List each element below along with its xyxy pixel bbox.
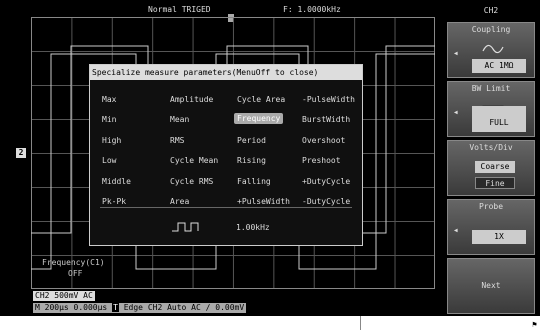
bw-limit-button[interactable]: BW Limit ◀ FULL [447,81,535,137]
param-burstwidth[interactable]: BurstWidth [302,115,350,124]
ac-sine-icon [482,44,504,54]
bw-limit-label: BW Limit [471,84,511,93]
param-preshoot[interactable]: Preshoot [302,156,341,165]
param-pos-pulsewidth[interactable]: +PulseWidth [237,197,290,206]
square-pulse-icon [172,222,199,232]
menu-title: CH2 [483,6,499,15]
probe-button[interactable]: Probe ◀ 1X [447,199,535,255]
next-button[interactable]: Next [447,258,535,314]
trigger-status: Normal TRIGED [148,5,211,14]
param-rising[interactable]: Rising [237,156,266,165]
trigger-badge-icon: T [112,303,119,312]
frequency-counter: F: 1.0000kHz [283,5,341,14]
oscilloscope-screen: Normal TRIGED F: 1.0000kHz 2 Specialize … [0,0,540,330]
dialog-title: Specialize measure parameters(MenuOff to… [90,65,362,80]
bottom-bar-divider [360,316,361,330]
volts-div-button[interactable]: Volts/Div Coarse Fine [447,140,535,196]
measurement-value: OFF [68,269,83,278]
timebase-value: M 200μs 0.000μs [35,303,108,312]
param-neg-pulsewidth[interactable]: -PulseWidth [302,95,355,104]
volts-div-fine[interactable]: Fine [475,177,515,189]
param-pk-pk[interactable]: Pk-Pk [102,197,126,206]
param-overshoot[interactable]: Overshoot [302,136,345,145]
measure-parameters-dialog: Specialize measure parameters(MenuOff to… [89,64,363,246]
coupling-button[interactable]: Coupling ◀ AC 1MΩ [447,22,535,78]
probe-label: Probe [478,202,504,211]
param-period[interactable]: Period [237,136,266,145]
param-falling[interactable]: Falling [237,177,271,186]
channel-scale-status: CH2 500mV AC [33,291,95,301]
arrow-left-icon: ◀ [454,50,458,57]
param-amplitude[interactable]: Amplitude [170,95,213,104]
usb-indicator-icon: ⚑ [532,320,537,329]
trigger-info: Edge CH2 Auto AC ∕ 0.00mV [123,303,245,312]
timebase-trigger-status: M 200μs 0.000μs T Edge CH2 Auto AC ∕ 0.0… [33,303,247,313]
coupling-label: Coupling [471,25,511,34]
arrow-left-icon: ◀ [454,227,458,234]
param-high[interactable]: High [102,136,121,145]
probe-value: 1X [472,230,526,244]
next-label: Next [481,281,501,290]
param-frequency[interactable]: Frequency [234,113,284,124]
param-cycle-rms[interactable]: Cycle RMS [170,177,213,186]
bw-limit-value: FULL [472,106,526,132]
volts-div-label: Volts/Div [469,143,513,152]
measurement-readout: Frequency(C1) OFF [42,257,105,279]
volts-div-coarse[interactable]: Coarse [475,161,515,173]
param-min[interactable]: Min [102,115,116,124]
param-cycle-area[interactable]: Cycle Area [237,95,285,104]
param-rms[interactable]: RMS [170,136,184,145]
ch2-offset-marker[interactable]: 2 [16,148,26,158]
coupling-value: AC 1MΩ [472,59,526,73]
param-max[interactable]: Max [102,95,116,104]
param-middle[interactable]: Middle [102,177,131,186]
dialog-divider [100,207,352,208]
param-pos-dutycycle[interactable]: +DutyCycle [302,177,350,186]
arrow-left-icon: ◀ [454,109,458,116]
preview-frequency-value: 1.00kHz [236,223,270,232]
measurement-label: Frequency(C1) [42,258,105,267]
param-area[interactable]: Area [170,197,189,206]
bottom-bar: ⚑ [0,316,540,330]
param-mean[interactable]: Mean [170,115,189,124]
param-cycle-mean[interactable]: Cycle Mean [170,156,218,165]
param-low[interactable]: Low [102,156,116,165]
param-neg-dutycycle[interactable]: -DutyCycle [302,197,350,206]
